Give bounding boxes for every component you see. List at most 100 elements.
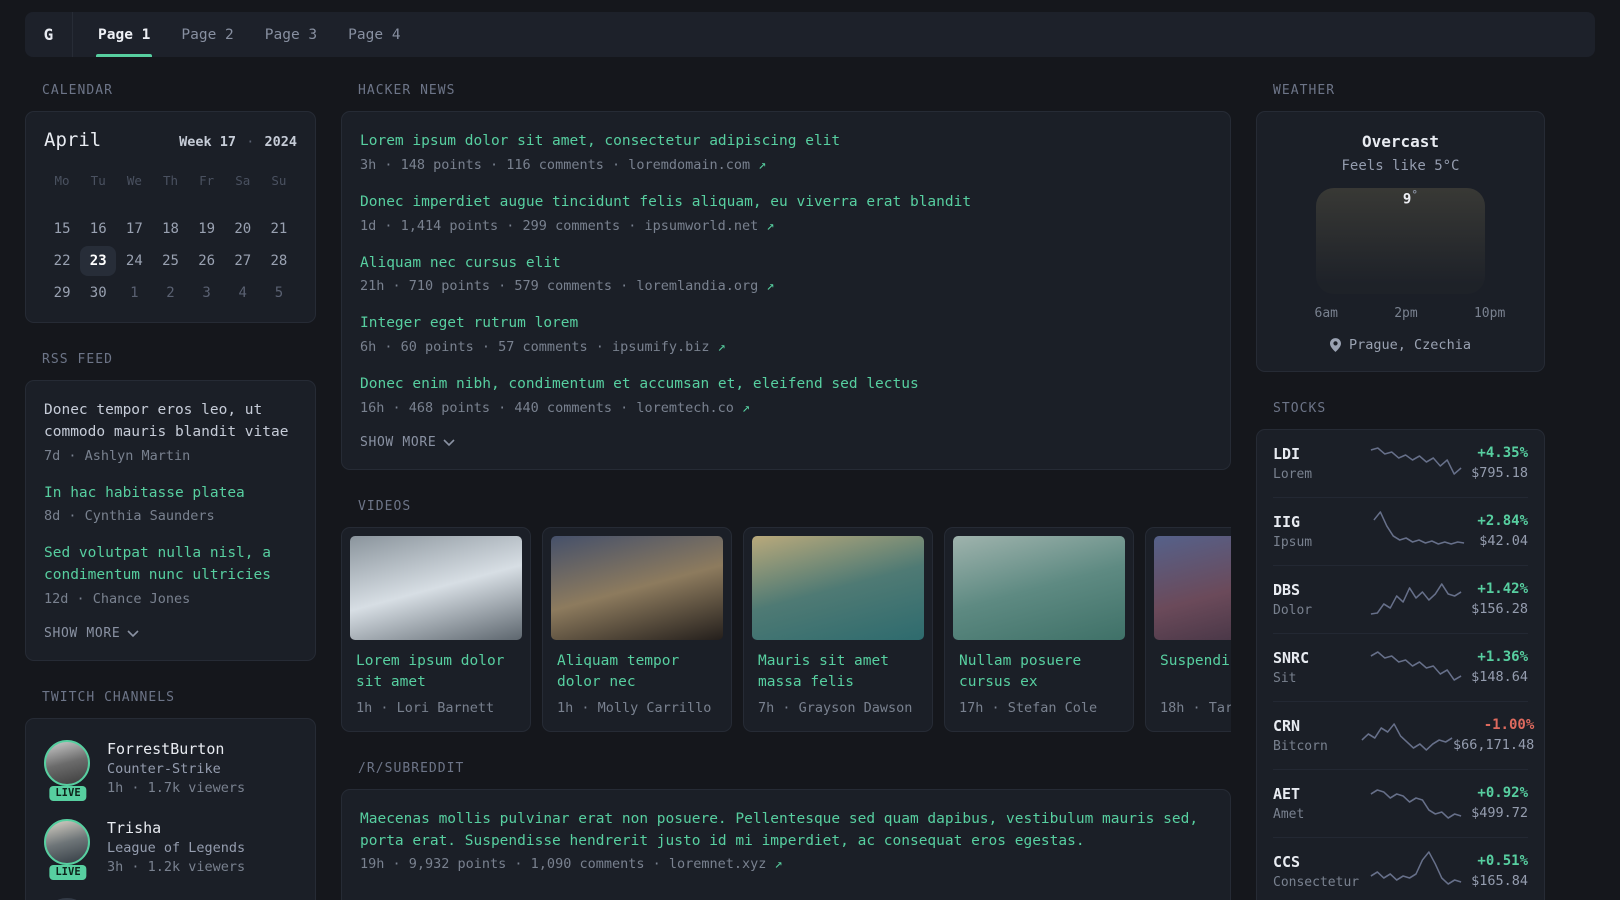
stock-sparkline	[1370, 443, 1462, 483]
stock-name: Lorem	[1273, 466, 1313, 482]
twitch-channel-game: League of Legends	[107, 839, 246, 856]
stock-change: +4.35%	[1477, 445, 1528, 461]
weather-hour-label: 10pm	[1473, 306, 1506, 321]
page-tab-label: Page 2	[181, 26, 234, 43]
rss-item-meta: 8d · Cynthia Saunders	[44, 508, 215, 525]
hackernews-item-title[interactable]: Donec enim nibh, condimentum et accumsan…	[360, 374, 1212, 396]
stock-price: $795.18	[1471, 465, 1528, 481]
calendar-day-header: Sa	[235, 173, 251, 188]
hackernews-item-meta: 3h · 148 points · 116 comments · loremdo…	[360, 157, 1212, 173]
rss-item-title[interactable]: In hac habitasse platea	[44, 483, 297, 505]
stock-row[interactable]: CCS Consectetur +0.51% $165.84	[1273, 838, 1528, 900]
rss-item: Donec tempor eros leo, ut commodo mauris…	[44, 400, 297, 464]
stock-row[interactable]: LDI Lorem +4.35% $795.18	[1273, 430, 1528, 498]
stock-name: Amet	[1273, 806, 1305, 822]
calendar-month: April	[44, 129, 102, 151]
video-card[interactable]: Nullam posuere cursus ex 17h · Stefan Co…	[944, 526, 1134, 732]
rss-item-title[interactable]: Donec tempor eros leo, ut commodo mauris…	[44, 400, 297, 444]
left-column: CALENDAR April Week 17 · 2024 Mo Tu We Th Fr…	[25, 83, 316, 900]
stock-row[interactable]: IIG Ipsum +2.84% $42.04	[1273, 498, 1528, 566]
calendar-day-header: Su	[271, 173, 287, 188]
app-logo[interactable]: G	[25, 12, 72, 57]
page-tab-label: Page 4	[348, 26, 401, 43]
stock-price: $148.64	[1471, 669, 1528, 685]
rss-show-more-button[interactable]: SHOW MORE	[44, 626, 297, 641]
rss-item: In hac habitasse platea 8d · Cynthia Sau…	[44, 483, 297, 525]
external-link-icon: ↗	[717, 339, 726, 355]
video-thumbnail	[953, 535, 1125, 640]
calendar-date-cell: 25	[162, 253, 179, 269]
calendar-section-title: CALENDAR	[42, 83, 113, 98]
video-card[interactable]: Mauris sit amet massa felis 7h · Grayson…	[743, 526, 933, 732]
calendar-date-cell: 21	[270, 221, 288, 237]
page-tab[interactable]: Page 4	[346, 12, 402, 57]
calendar-day-header: Tu	[90, 173, 106, 188]
external-link-icon: ↗	[774, 856, 783, 873]
hackernews-item-title[interactable]: Integer eget rutrum lorem	[360, 313, 1212, 335]
rss-widget: RSS FEED Donec tempor eros leo, ut commo…	[25, 352, 316, 661]
stock-name: Consectetur	[1273, 874, 1360, 890]
stock-sparkline	[1370, 851, 1462, 891]
calendar-day-header: Fr	[199, 173, 215, 188]
page-tabs: Page 1 Page 2 Page 3 Page 4	[96, 12, 403, 57]
subreddit-post-meta-text: 19h · 9,932 points · 1,090 comments · lo…	[360, 856, 775, 873]
rss-list: Donec tempor eros leo, ut commodo mauris…	[44, 400, 297, 607]
calendar-card: April Week 17 · 2024 Mo Tu We Th Fr Sa Su 15 16…	[25, 111, 316, 323]
page-tab[interactable]: Page 3	[263, 12, 319, 57]
weather-hour-label	[1418, 306, 1437, 321]
calendar-date-cell: 5	[274, 285, 284, 301]
page-tab[interactable]: Page 2	[179, 12, 235, 57]
stock-row[interactable]: DBS Dolor +1.42% $156.28	[1273, 566, 1528, 634]
weather-hourly-chart: 9°	[1281, 188, 1520, 300]
video-card[interactable]: Suspendisse diam 18h · Tara	[1145, 526, 1231, 732]
stocks-section-title: STOCKS	[1273, 401, 1327, 416]
video-title: Aliquam tempor dolor nec pharetra…	[557, 652, 680, 690]
page-tab[interactable]: Page 1	[96, 12, 153, 57]
weather-card: Overcast Feels like 5°C 9° 6am 2pm 10pm Pr…	[1256, 111, 1545, 372]
hackernews-section-title: HACKER NEWS	[358, 83, 456, 98]
calendar-header-row: April Week 17 · 2024	[44, 129, 297, 151]
hackernews-item-meta-text: 1d · 1,414 points · 299 comments · ipsum…	[360, 217, 767, 234]
calendar-date-cell: 24	[125, 253, 143, 269]
video-card[interactable]: Aliquam tempor dolor nec pharetra… 1h · …	[542, 526, 732, 732]
calendar-date-cell: 17	[125, 221, 143, 237]
rss-item-meta: 7d · Ashlyn Martin	[44, 447, 191, 464]
stocks-card: LDI Lorem +4.35% $795.18 IIG Ipsum +2.84…	[1256, 429, 1545, 900]
calendar-year: 2024	[264, 134, 297, 150]
stock-row[interactable]: CRN Bitcorn -1.00% $66,171.48	[1273, 702, 1534, 770]
stock-id: CCS Consectetur	[1273, 853, 1361, 890]
stock-name: Sit	[1273, 670, 1297, 686]
video-meta: 7h · Grayson Dawson	[758, 699, 913, 716]
weather-hour-label	[1357, 306, 1376, 321]
avatar	[44, 818, 90, 865]
weather-hour-label	[1277, 306, 1296, 321]
hackernews-list: Lorem ipsum dolor sit amet, consectetur …	[360, 131, 1212, 416]
calendar-day-header: Th	[162, 173, 179, 188]
twitch-channel-info: ForrestBurton Counter-Strike 1h · 1.7k v…	[107, 740, 245, 796]
hackernews-item-title[interactable]: Donec imperdiet augue tincidunt felis al…	[360, 192, 1212, 214]
calendar-date-cell: 15	[53, 221, 71, 237]
stock-change: +1.36%	[1477, 649, 1528, 665]
video-card[interactable]: Lorem ipsum dolor sit amet consectetu… 1…	[341, 526, 531, 732]
video-thumbnail	[350, 535, 522, 640]
hackernews-item: Donec enim nibh, condimentum et accumsan…	[360, 374, 1212, 416]
subreddit-card: Maecenas mollis pulvinar erat non posuer…	[341, 788, 1231, 900]
stock-row[interactable]: AET Amet +0.92% $499.72	[1273, 770, 1528, 838]
subreddit-post-title[interactable]: Maecenas mollis pulvinar erat non posuer…	[360, 809, 1212, 853]
subreddit-post: Maecenas mollis pulvinar erat non posuer…	[360, 809, 1212, 873]
live-badge: LIVE	[49, 785, 87, 801]
external-link-icon: ↗	[766, 217, 775, 234]
stock-values: +1.42% $156.28	[1471, 581, 1528, 617]
video-meta: 1h · Lori Barnett	[356, 699, 495, 716]
twitch-channel-row[interactable]: LIVE ForrestBurton Counter-Strike 1h · 1…	[44, 739, 297, 801]
video-meta: 18h · Tara	[1160, 699, 1231, 716]
hackernews-item-title[interactable]: Aliquam nec cursus elit	[360, 253, 1212, 275]
twitch-channel-row[interactable]: LIVE Trisha League of Legends 3h · 1.2k …	[44, 818, 297, 880]
subreddit-section-title: /R/SUBREDDIT	[358, 760, 465, 776]
rss-item-title[interactable]: Sed volutpat nulla nisl, a condimentum n…	[44, 543, 297, 587]
stock-sparkline	[1373, 511, 1465, 551]
hackernews-item-meta: 6h · 60 points · 57 comments · ipsumify.…	[360, 339, 1212, 355]
hackernews-show-more-button[interactable]: SHOW MORE	[360, 435, 1212, 450]
stock-row[interactable]: SNRC Sit +1.36% $148.64	[1273, 634, 1528, 702]
hackernews-item-title[interactable]: Lorem ipsum dolor sit amet, consectetur …	[360, 131, 1212, 153]
